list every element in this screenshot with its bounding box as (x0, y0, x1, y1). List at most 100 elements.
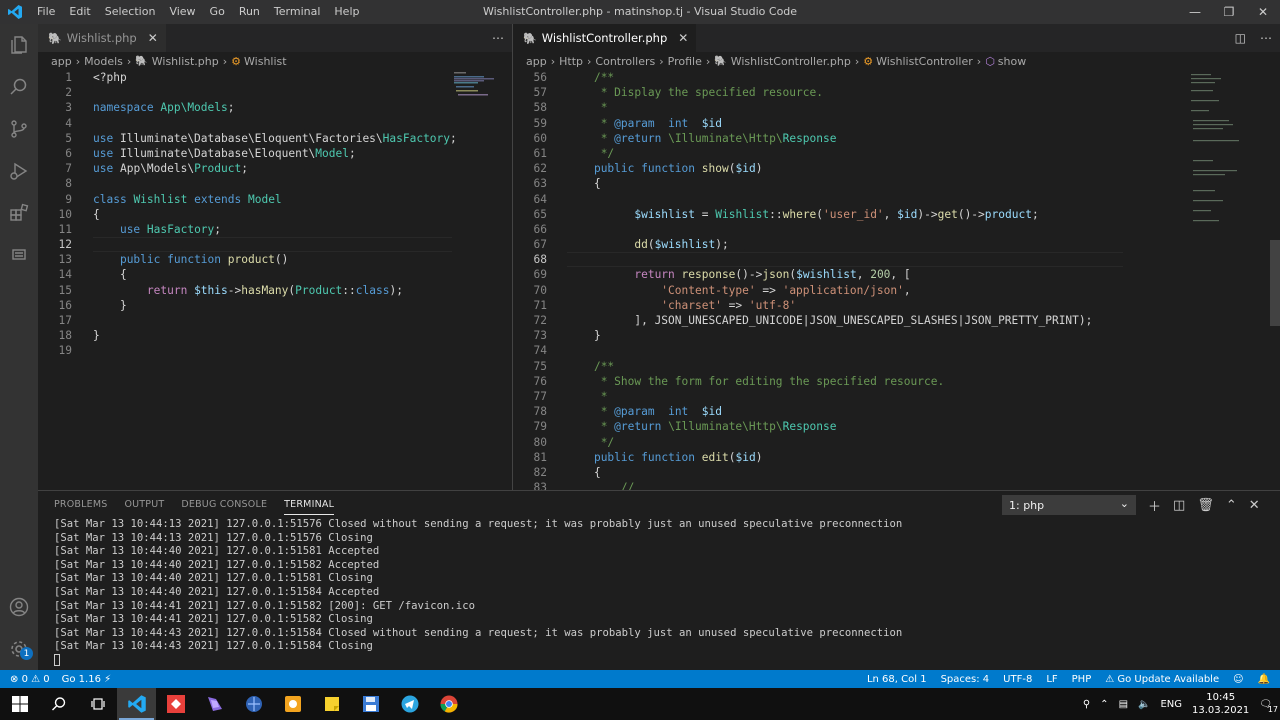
accounts-icon[interactable] (0, 586, 38, 628)
close-tab-icon[interactable]: ✕ (148, 31, 158, 45)
menu-help[interactable]: Help (327, 0, 366, 24)
taskbar-office-icon[interactable] (273, 688, 312, 720)
terminal-output[interactable]: [Sat Mar 13 10:44:13 2021] 127.0.0.1:515… (54, 518, 902, 668)
new-terminal-icon[interactable]: ＋ (1148, 496, 1161, 515)
code-line[interactable]: 64 (513, 192, 1183, 207)
code-line[interactable]: 81 public function edit($id) (513, 450, 1183, 465)
tab-wishlistcontroller-php[interactable]: 🐘 WishlistController.php ✕ (513, 24, 697, 52)
split-editor-icon[interactable]: ◫ (1235, 31, 1246, 45)
breadcrumb-item[interactable]: app (526, 55, 547, 68)
taskbar-search-icon[interactable] (39, 688, 78, 720)
code-line[interactable]: 79 * @return \Illuminate\Http\Response (513, 419, 1183, 434)
close-panel-icon[interactable]: ✕ (1249, 498, 1260, 513)
volume-icon[interactable]: 🔈 (1138, 699, 1150, 710)
code-editor-right[interactable]: 56 /** 57 * Display the specified resourc… (513, 70, 1183, 490)
code-line[interactable]: 8 (38, 176, 512, 191)
people-icon[interactable]: ⚲ (1083, 699, 1090, 710)
go-update-status[interactable]: ⚠ Go Update Available (1105, 674, 1219, 685)
kill-terminal-icon[interactable]: 🗑 (1197, 498, 1214, 513)
code-line[interactable]: 13 public function product() (38, 252, 512, 267)
cursor-position[interactable]: Ln 68, Col 1 (867, 674, 927, 685)
code-line[interactable]: 19 (38, 343, 512, 358)
code-line[interactable]: 2 (38, 85, 512, 100)
run-debug-icon[interactable] (0, 150, 38, 192)
breadcrumb-item[interactable]: app (51, 55, 72, 68)
code-editor-left[interactable]: 1 <?php 2 3 namespace App\Models; 4 5 use Illum… (38, 70, 512, 359)
code-line[interactable]: 75 /** (513, 359, 1183, 374)
search-icon[interactable] (0, 66, 38, 108)
split-terminal-icon[interactable]: ◫ (1173, 498, 1185, 513)
menu-view[interactable]: View (162, 0, 202, 24)
code-line[interactable]: 83 // (513, 480, 1183, 490)
menu-file[interactable]: File (30, 0, 62, 24)
code-line[interactable]: 71 'charset' => 'utf-8' (513, 298, 1183, 313)
breadcrumb-item[interactable]: Wishlist (244, 55, 287, 68)
action-center-icon[interactable]: 🗨 17 (1259, 699, 1278, 714)
code-line[interactable]: 7 use App\Models\Product; (38, 161, 512, 176)
code-line[interactable]: 82 { (513, 465, 1183, 480)
code-line[interactable]: 80 */ (513, 435, 1183, 450)
code-line[interactable]: 61 */ (513, 146, 1183, 161)
minimize-icon[interactable]: — (1178, 0, 1212, 24)
more-actions-icon[interactable]: ⋯ (1260, 31, 1272, 45)
code-line[interactable]: 63 { (513, 176, 1183, 191)
clock[interactable]: 10:45 13.03.2021 (1192, 691, 1249, 717)
menu-selection[interactable]: Selection (98, 0, 163, 24)
code-line[interactable]: 15 return $this->hasMany(Product::class)… (38, 283, 512, 298)
code-line[interactable]: 68 (513, 252, 1183, 268)
maximize-icon[interactable]: ❐ (1212, 0, 1246, 24)
tab-wishlist-php[interactable]: 🐘 Wishlist.php ✕ (38, 24, 166, 52)
breadcrumb-item[interactable]: Wishlist.php (152, 55, 219, 68)
code-line[interactable]: 12 (38, 237, 512, 253)
taskbar-chrome-icon[interactable] (429, 688, 468, 720)
tab-debug-console[interactable]: DEBUG CONSOLE (181, 491, 267, 519)
show-hidden-icons-icon[interactable]: ⌃ (1100, 699, 1108, 710)
editor-scrollbar[interactable] (1270, 240, 1280, 326)
end-of-line[interactable]: LF (1046, 674, 1057, 685)
remote-explorer-icon[interactable] (0, 234, 38, 276)
code-line[interactable]: 76 * Show the form for editing the speci… (513, 374, 1183, 389)
code-line[interactable]: 9 class Wishlist extends Model (38, 192, 512, 207)
code-line[interactable]: 57 * Display the specified resource. (513, 85, 1183, 100)
minimap-left[interactable] (452, 70, 512, 270)
code-line[interactable]: 4 (38, 116, 512, 131)
close-tab-icon[interactable]: ✕ (678, 31, 688, 45)
code-line[interactable]: 73 } (513, 328, 1183, 343)
code-line[interactable]: 78 * @param int $id (513, 404, 1183, 419)
code-line[interactable]: 62 public function show($id) (513, 161, 1183, 176)
breadcrumb-item[interactable]: Models (84, 55, 123, 68)
taskbar-save-disk-icon[interactable] (351, 688, 390, 720)
network-icon[interactable]: ▤ (1119, 699, 1128, 710)
terminal-prompt[interactable] (54, 653, 902, 668)
code-line[interactable]: 69 return response()->json($wishlist, 20… (513, 267, 1183, 282)
breadcrumb-item[interactable]: WishlistController (876, 55, 973, 68)
code-line[interactable]: 1 <?php (38, 70, 512, 85)
taskbar-network-app-icon[interactable] (234, 688, 273, 720)
source-control-icon[interactable] (0, 108, 38, 150)
code-line[interactable]: 56 /** (513, 70, 1183, 85)
breadcrumb-item[interactable]: Http (559, 55, 583, 68)
maximize-panel-icon[interactable]: ⌃ (1226, 498, 1237, 513)
explorer-icon[interactable] (0, 24, 38, 66)
encoding[interactable]: UTF-8 (1003, 674, 1032, 685)
code-line[interactable]: 18} (38, 328, 512, 343)
terminal-selector[interactable]: 1: php ⌄ (1002, 495, 1136, 515)
menu-go[interactable]: Go (203, 0, 232, 24)
go-version-status[interactable]: Go 1.16 ⚡ (62, 674, 112, 685)
task-view-icon[interactable] (78, 688, 117, 720)
code-line[interactable]: 5 use Illuminate\Database\Eloquent\Factor… (38, 131, 512, 146)
notifications-bell-icon[interactable]: 🔔 (1258, 674, 1270, 685)
windows-start-icon[interactable] (0, 688, 39, 720)
breadcrumb-item[interactable]: Controllers (595, 55, 655, 68)
menu-terminal[interactable]: Terminal (267, 0, 328, 24)
code-line[interactable]: 65 $wishlist = Wishlist::where('user_id'… (513, 207, 1183, 222)
live-share-icon[interactable]: ☺ (1233, 674, 1243, 685)
indentation[interactable]: Spaces: 4 (941, 674, 990, 685)
tab-output[interactable]: OUTPUT (124, 491, 164, 519)
breadcrumb-item[interactable]: WishlistController.php (731, 55, 851, 68)
code-line[interactable]: 58 * (513, 100, 1183, 115)
taskbar-telegram-icon[interactable] (390, 688, 429, 720)
code-line[interactable]: 72 ], JSON_UNESCAPED_UNICODE|JSON_UNESCA… (513, 313, 1183, 328)
code-line[interactable]: 14 { (38, 267, 512, 282)
extensions-icon[interactable] (0, 192, 38, 234)
